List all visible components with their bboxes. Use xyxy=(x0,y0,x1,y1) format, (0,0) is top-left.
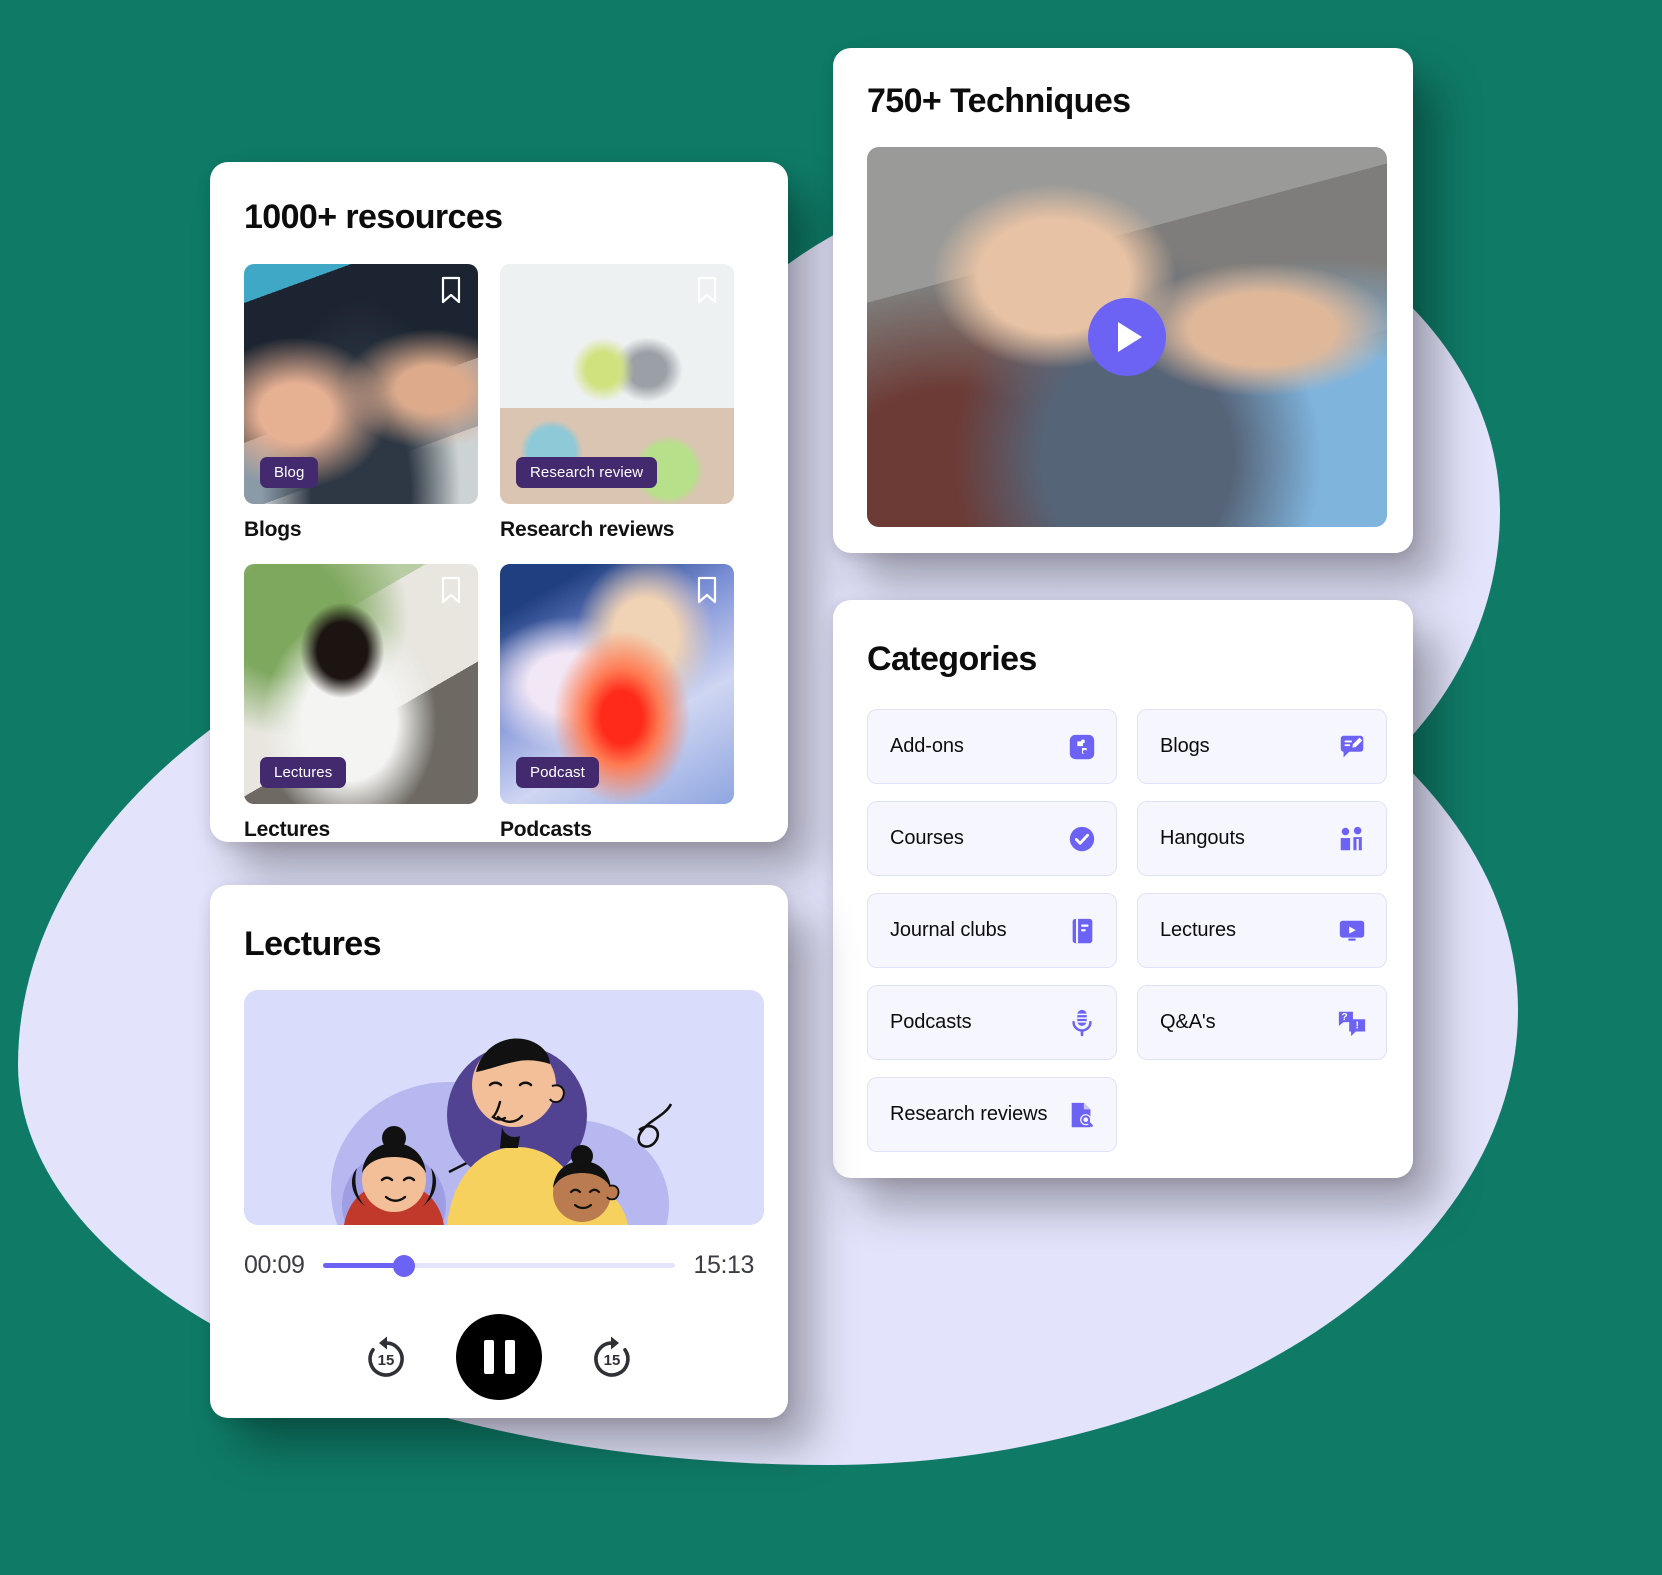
forward-label: 15 xyxy=(604,1352,621,1369)
category-label: Blogs xyxy=(1160,735,1210,757)
total-time: 15:13 xyxy=(693,1251,754,1279)
category-item-podcasts[interactable]: Podcasts xyxy=(867,985,1117,1060)
resource-name: Blogs xyxy=(244,518,302,541)
progress-row: 00:09 15:13 xyxy=(244,1251,754,1280)
bookmark-icon[interactable] xyxy=(696,276,718,304)
people-illustration xyxy=(331,1038,673,1225)
monitor-play-icon xyxy=(1336,915,1368,947)
current-time: 00:09 xyxy=(244,1251,305,1279)
microphone-icon xyxy=(1066,1007,1098,1039)
category-label: Lectures xyxy=(1160,919,1236,941)
resource-badge: Research review xyxy=(516,457,658,488)
category-label: Journal clubs xyxy=(890,919,1007,941)
resources-card: 1000+ resources Blog Blogs Research revi… xyxy=(210,162,788,842)
category-label: Hangouts xyxy=(1160,827,1245,849)
document-search-icon xyxy=(1066,1099,1098,1131)
category-label: Courses xyxy=(890,827,964,849)
resource-badge: Lectures xyxy=(260,757,347,788)
resource-name: Lectures xyxy=(244,818,330,841)
resource-thumbnail[interactable]: Podcast xyxy=(500,564,734,804)
resource-item-research-reviews[interactable]: Research review Research reviews xyxy=(500,264,734,542)
resource-item-blogs[interactable]: Blog Blogs xyxy=(244,264,478,542)
player-controls: 15 15 xyxy=(210,1314,788,1400)
resource-name: Research reviews xyxy=(500,518,675,541)
resource-item-podcasts[interactable]: Podcast Podcasts xyxy=(500,564,734,842)
people-icon xyxy=(1336,823,1368,855)
category-item-qas[interactable]: Q&A's ? ! xyxy=(1137,985,1387,1060)
category-label: Podcasts xyxy=(890,1011,972,1033)
resource-name: Podcasts xyxy=(500,818,592,841)
progress-knob[interactable] xyxy=(392,1254,415,1277)
chat-pencil-icon xyxy=(1336,731,1368,763)
progress-fill xyxy=(322,1263,404,1268)
resource-thumbnail[interactable]: Lectures xyxy=(244,564,478,804)
category-item-courses[interactable]: Courses xyxy=(867,801,1117,876)
question-chat-icon: ? ! xyxy=(1336,1007,1368,1039)
forward-15-icon[interactable]: 15 xyxy=(588,1333,636,1381)
categories-card: Categories Add-ons Blogs Courses Hangout… xyxy=(833,600,1413,1178)
category-item-hangouts[interactable]: Hangouts xyxy=(1137,801,1387,876)
progress-slider[interactable] xyxy=(322,1254,676,1277)
category-item-lectures[interactable]: Lectures xyxy=(1137,893,1387,968)
categories-title: Categories xyxy=(867,640,1037,678)
pause-bar-left xyxy=(483,1340,494,1374)
play-triangle xyxy=(1118,322,1142,352)
categories-grid: Add-ons Blogs Courses Hangouts Journal c… xyxy=(867,709,1413,1152)
rewind-label: 15 xyxy=(378,1352,395,1369)
resource-badge: Blog xyxy=(260,457,319,488)
techniques-title: 750+ Techniques xyxy=(867,82,1131,120)
resource-item-lectures[interactable]: Lectures Lectures xyxy=(244,564,478,842)
bookmark-icon[interactable] xyxy=(440,276,462,304)
resources-title: 1000+ resources xyxy=(244,198,503,236)
book-icon xyxy=(1066,915,1098,947)
resource-thumbnail[interactable]: Research review xyxy=(500,264,734,504)
puzzle-icon xyxy=(1066,731,1098,763)
category-item-blogs[interactable]: Blogs xyxy=(1137,709,1387,784)
bookmark-icon[interactable] xyxy=(440,576,462,604)
pause-icon[interactable] xyxy=(456,1314,542,1400)
resource-thumbnail[interactable]: Blog xyxy=(244,264,478,504)
svg-text:!: ! xyxy=(1355,1020,1358,1031)
lectures-player-card: Lectures 00:09 15:13 15 15 xyxy=(210,885,788,1418)
check-circle-icon xyxy=(1066,823,1098,855)
pause-bar-right xyxy=(504,1340,515,1374)
svg-text:?: ? xyxy=(1341,1012,1347,1023)
lecture-illustration xyxy=(244,990,764,1225)
bookmark-icon[interactable] xyxy=(696,576,718,604)
category-label: Q&A's xyxy=(1160,1011,1216,1033)
player-title: Lectures xyxy=(244,925,382,963)
category-label: Add-ons xyxy=(890,735,964,757)
category-label: Research reviews xyxy=(890,1103,1048,1125)
technique-video-thumbnail[interactable] xyxy=(867,147,1387,527)
techniques-card: 750+ Techniques xyxy=(833,48,1413,553)
category-item-journal-clubs[interactable]: Journal clubs xyxy=(867,893,1117,968)
resources-grid: Blog Blogs Research review Research revi… xyxy=(244,264,788,842)
play-icon[interactable] xyxy=(1088,298,1166,376)
stage: 1000+ resources Blog Blogs Research revi… xyxy=(0,0,1662,1575)
rewind-15-icon[interactable]: 15 xyxy=(362,1333,410,1381)
resource-badge: Podcast xyxy=(516,757,599,788)
category-item-add-ons[interactable]: Add-ons xyxy=(867,709,1117,784)
category-item-research-reviews[interactable]: Research reviews xyxy=(867,1077,1117,1152)
